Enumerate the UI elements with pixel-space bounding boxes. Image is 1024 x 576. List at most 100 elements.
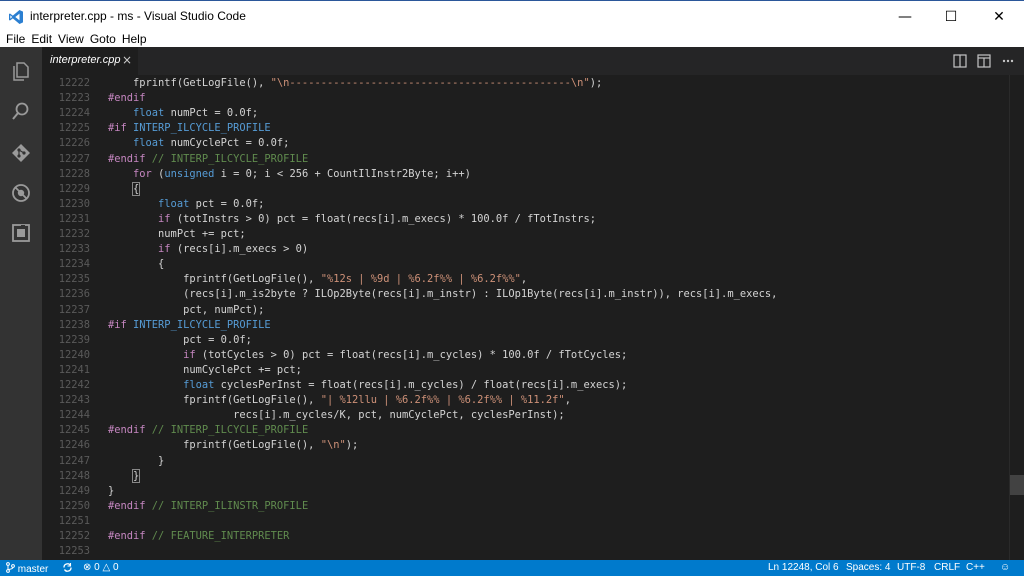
code-line[interactable]: 12242 float cyclesPerInst = float(recs[i… xyxy=(42,378,1024,393)
line-number: 12236 xyxy=(58,288,90,301)
branch-status[interactable]: master xyxy=(6,562,48,576)
line-number: 12250 xyxy=(58,499,90,512)
code-text: } xyxy=(108,484,114,499)
code-line[interactable]: 12236 (recs[i].m_is2byte ? ILOp2Byte(rec… xyxy=(42,287,1024,302)
code-text: #endif // INTERP_ILCYCLE_PROFILE xyxy=(108,152,308,167)
encoding-status[interactable]: UTF-8 xyxy=(897,562,925,574)
line-number: 12239 xyxy=(58,333,90,346)
code-line[interactable]: 12237 pct, numPct); xyxy=(42,303,1024,318)
code-token: , xyxy=(564,394,571,407)
code-editor[interactable]: 12222 fprintf(GetLogFile(), "\n---------… xyxy=(42,75,1024,560)
eol-status[interactable]: CRLF xyxy=(934,562,960,574)
code-line[interactable]: 12246 fprintf(GetLogFile(), "\n"); xyxy=(42,438,1024,453)
minimize-icon: — xyxy=(898,8,912,25)
code-line[interactable]: 12223 #endif xyxy=(42,91,1024,106)
tab-interpreter-cpp[interactable]: interpreter.cpp × xyxy=(42,47,138,75)
warning-count: 0 xyxy=(113,562,119,573)
git-icon[interactable] xyxy=(9,141,33,165)
language-status[interactable]: C++ xyxy=(966,562,985,574)
menu-edit[interactable]: Edit xyxy=(28,32,55,47)
code-token: fprintf(GetLogFile(), xyxy=(108,273,321,286)
code-line[interactable]: 12240 if (totCycles > 0) pct = float(rec… xyxy=(42,348,1024,363)
code-token: ); xyxy=(589,77,603,89)
code-line[interactable]: 12222 fprintf(GetLogFile(), "\n---------… xyxy=(42,76,1024,91)
code-line[interactable]: 12244 recs[i].m_cycles/K, pct, numCycleP… xyxy=(42,408,1024,423)
code-line[interactable]: 12233 if (recs[i].m_execs > 0) xyxy=(42,242,1024,257)
extensions-icon[interactable] xyxy=(9,221,33,245)
code-line[interactable]: 12252 #endif // FEATURE_INTERPRETER xyxy=(42,529,1024,544)
line-number: 12233 xyxy=(58,243,90,256)
code-line[interactable]: 12225 #if INTERP_ILCYCLE_PROFILE xyxy=(42,121,1024,136)
code-text: #endif xyxy=(108,91,146,106)
activity-bar xyxy=(0,47,42,560)
problems-status[interactable]: ⊗ 0 △ 0 xyxy=(83,562,119,574)
code-token: ( xyxy=(151,167,165,180)
menu-file[interactable]: File xyxy=(0,32,28,47)
code-line[interactable]: 12224 float numPct = 0.0f; xyxy=(42,106,1024,121)
menu-help[interactable]: Help xyxy=(119,32,150,47)
code-line[interactable]: 12238 #if INTERP_ILCYCLE_PROFILE xyxy=(42,318,1024,333)
code-text: recs[i].m_cycles/K, pct, numCyclePct, cy… xyxy=(108,408,565,423)
code-token: if xyxy=(158,212,171,225)
code-line[interactable]: 12231 if (totInstrs > 0) pct = float(rec… xyxy=(42,212,1024,227)
error-count: 0 xyxy=(94,562,100,573)
more-icon[interactable] xyxy=(1000,53,1016,69)
code-token: // INTERP_ILCYCLE_PROFILE xyxy=(145,424,309,437)
line-number: 12234 xyxy=(58,258,90,271)
code-line[interactable]: 12234 { xyxy=(42,257,1024,272)
code-token: #endif xyxy=(108,152,146,165)
code-token: (recs[i].m_is2byte ? ILOp2Byte(recs[i].m… xyxy=(108,288,778,301)
code-line[interactable]: 12232 numPct += pct; xyxy=(42,227,1024,242)
code-token: fprintf(GetLogFile(), xyxy=(108,77,271,89)
code-token: } xyxy=(108,454,165,467)
code-line[interactable]: 12239 pct = 0.0f; xyxy=(42,333,1024,348)
code-line[interactable]: 12243 fprintf(GetLogFile(), "| %12llu | … xyxy=(42,393,1024,408)
line-number: 12227 xyxy=(58,152,90,165)
code-line[interactable]: 12235 fprintf(GetLogFile(), "%12s | %9d … xyxy=(42,272,1024,287)
code-line[interactable]: 12229 { xyxy=(42,181,1024,197)
cursor-position[interactable]: Ln 12248, Col 6 xyxy=(768,562,839,574)
debug-icon[interactable] xyxy=(9,181,33,205)
tab-label: interpreter.cpp xyxy=(50,54,121,66)
code-token: (totInstrs > 0) pct = float(recs[i].m_ex… xyxy=(170,212,596,225)
code-line[interactable]: 12226 float numCyclePct = 0.0f; xyxy=(42,136,1024,151)
code-token: // INTERP_ILCYCLE_PROFILE xyxy=(145,152,309,165)
menu-goto[interactable]: Goto xyxy=(87,32,119,47)
code-line[interactable]: 12247 } xyxy=(42,454,1024,469)
menu-view[interactable]: View xyxy=(55,32,87,47)
close-window-button[interactable]: ✕ xyxy=(976,1,1022,32)
maximize-icon: ☐ xyxy=(944,8,958,25)
code-line[interactable]: 12249} xyxy=(42,484,1024,499)
minimize-button[interactable]: — xyxy=(882,1,928,32)
maximize-button[interactable]: ☐ xyxy=(928,1,974,32)
code-token: float xyxy=(133,107,165,120)
code-line[interactable]: 12230 float pct = 0.0f; xyxy=(42,197,1024,212)
line-number: 12249 xyxy=(58,484,90,497)
code-line[interactable]: 12250 #endif // INTERP_ILINSTR_PROFILE xyxy=(42,499,1024,514)
split-editor-icon[interactable] xyxy=(952,53,968,69)
line-number: 12240 xyxy=(58,348,90,361)
code-text: numCyclePct += pct; xyxy=(108,363,302,378)
code-line[interactable]: 12245 #endif // INTERP_ILCYCLE_PROFILE xyxy=(42,423,1024,438)
tab-close-icon[interactable]: × xyxy=(122,53,132,67)
line-number: 12245 xyxy=(58,424,90,437)
code-line[interactable]: 12227 #endif // INTERP_ILCYCLE_PROFILE xyxy=(42,152,1024,167)
close-icon: ✕ xyxy=(993,8,1005,25)
feedback-icon[interactable]: ☺ xyxy=(1000,562,1010,574)
code-line[interactable]: 12251 xyxy=(42,514,1024,529)
split-vertical-icon[interactable] xyxy=(976,53,992,69)
code-line[interactable]: 12241 numCyclePct += pct; xyxy=(42,363,1024,378)
search-icon[interactable] xyxy=(9,99,33,123)
code-token: INTERP_ILCYCLE_PROFILE xyxy=(133,122,271,135)
code-text: numPct += pct; xyxy=(108,227,246,242)
sync-icon[interactable] xyxy=(62,562,73,576)
code-line[interactable]: 12253 xyxy=(42,544,1024,559)
explorer-icon[interactable] xyxy=(9,59,33,83)
code-line[interactable]: 12228 for (unsigned i = 0; i < 256 + Cou… xyxy=(42,167,1024,182)
code-line[interactable]: 12248 } xyxy=(42,468,1024,484)
indentation-status[interactable]: Spaces: 4 xyxy=(846,562,890,574)
code-token: numPct = 0.0f; xyxy=(164,107,259,120)
